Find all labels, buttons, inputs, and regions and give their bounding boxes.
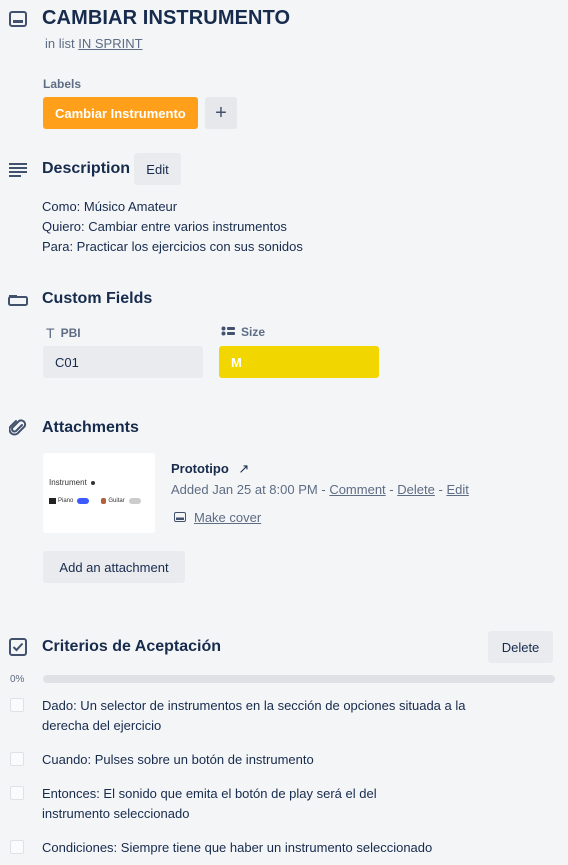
text-type-icon: T	[46, 325, 55, 341]
comment-link[interactable]: Comment	[329, 482, 385, 497]
edit-description-button[interactable]: Edit	[134, 153, 181, 185]
thumb-title: Instrument	[49, 478, 87, 487]
dropdown-type-icon	[221, 325, 235, 339]
checklist-item[interactable]: Condiciones: Siempre tiene que haber un …	[8, 838, 528, 858]
progress-percent: 0%	[10, 674, 25, 685]
list-link[interactable]: IN SPRINT	[78, 36, 142, 51]
make-cover-button[interactable]: Make cover	[174, 510, 261, 525]
description-line: Quiero: Cambiar entre varios instrumento…	[42, 219, 287, 234]
attachment-meta: Added Jan 25 at 8:00 PM - Comment - Dele…	[171, 482, 469, 497]
checkbox[interactable]	[10, 840, 24, 854]
checklist-item-text[interactable]: Entonces: El sonido que emita el botón d…	[42, 784, 422, 824]
checklist-item-text[interactable]: Dado: Un selector de instrumentos en la …	[42, 696, 482, 736]
separator: -	[389, 482, 394, 497]
description-heading: Description	[42, 160, 131, 177]
toggle-off-icon	[128, 498, 141, 504]
description-line: Como: Músico Amateur	[42, 199, 178, 214]
edit-attachment-link[interactable]: Edit	[446, 482, 468, 497]
description-text[interactable]: Como: Músico Amateur Quiero: Cambiar ent…	[42, 197, 303, 257]
attachment-thumbnail[interactable]: Instrument Piano Guitar	[43, 453, 155, 533]
card-title[interactable]: CAMBIAR INSTRUMENTO	[42, 7, 290, 30]
attachment-added: Added Jan 25 at 8:00 PM	[171, 482, 318, 497]
checkbox[interactable]	[10, 698, 24, 712]
thumb-info-icon	[90, 480, 95, 485]
delete-checklist-button[interactable]: Delete	[488, 631, 553, 663]
size-label: Size	[241, 325, 266, 339]
labels-heading: Labels	[43, 77, 82, 91]
add-label-button[interactable]: +	[205, 97, 237, 129]
in-list-prefix: in list	[45, 36, 75, 51]
separator: -	[321, 482, 326, 497]
checklist-item[interactable]: Cuando: Pulses sobre un botón de instrum…	[8, 750, 528, 770]
make-cover-label: Make cover	[194, 510, 262, 525]
pbi-field-input[interactable]: C01	[43, 346, 203, 378]
list-info: in list IN SPRINT	[45, 36, 143, 51]
open-external-icon[interactable]: ↗	[238, 461, 249, 476]
card-icon	[8, 9, 28, 29]
card-cover-icon	[174, 510, 186, 525]
attachments-heading: Attachments	[42, 419, 139, 436]
paperclip-icon	[8, 418, 28, 438]
description-line: Para: Practicar los ejercicios con sus s…	[42, 239, 303, 254]
attachment-name[interactable]: Prototipo	[171, 461, 229, 476]
checklist-item[interactable]: Dado: Un selector de instrumentos en la …	[8, 696, 528, 736]
size-field-select[interactable]: M	[219, 346, 379, 378]
pbi-label: PBI	[60, 326, 81, 340]
separator: -	[438, 482, 443, 497]
add-attachment-button[interactable]: Add an attachment	[43, 551, 185, 583]
label-chip[interactable]: Cambiar Instrumento	[43, 97, 198, 129]
delete-attachment-link[interactable]: Delete	[397, 482, 435, 497]
attachment-name-row[interactable]: Prototipo ↗	[171, 461, 249, 477]
size-field-label: Size	[221, 325, 265, 339]
guitar-icon	[101, 498, 107, 504]
toggle-on-icon	[77, 498, 90, 504]
pbi-field-label: T PBI	[46, 325, 81, 341]
progress-bar	[43, 675, 555, 683]
thumb-opt2: Guitar	[108, 498, 125, 504]
checklist-item[interactable]: Entonces: El sonido que emita el botón d…	[8, 784, 528, 824]
checkbox[interactable]	[10, 752, 24, 766]
checklist-heading: Criterios de Aceptación	[42, 638, 222, 655]
plus-icon: +	[215, 101, 227, 124]
custom-fields-heading: Custom Fields	[42, 290, 153, 307]
checklist-item-text[interactable]: Condiciones: Siempre tiene que haber un …	[42, 838, 522, 858]
thumb-opt1: Piano	[58, 498, 74, 504]
checklist-icon	[8, 637, 28, 657]
custom-fields-icon	[8, 290, 28, 310]
checklist-item-text[interactable]: Cuando: Pulses sobre un botón de instrum…	[42, 750, 482, 770]
checkbox[interactable]	[10, 786, 24, 800]
description-icon	[8, 160, 28, 180]
piano-icon	[49, 498, 56, 504]
